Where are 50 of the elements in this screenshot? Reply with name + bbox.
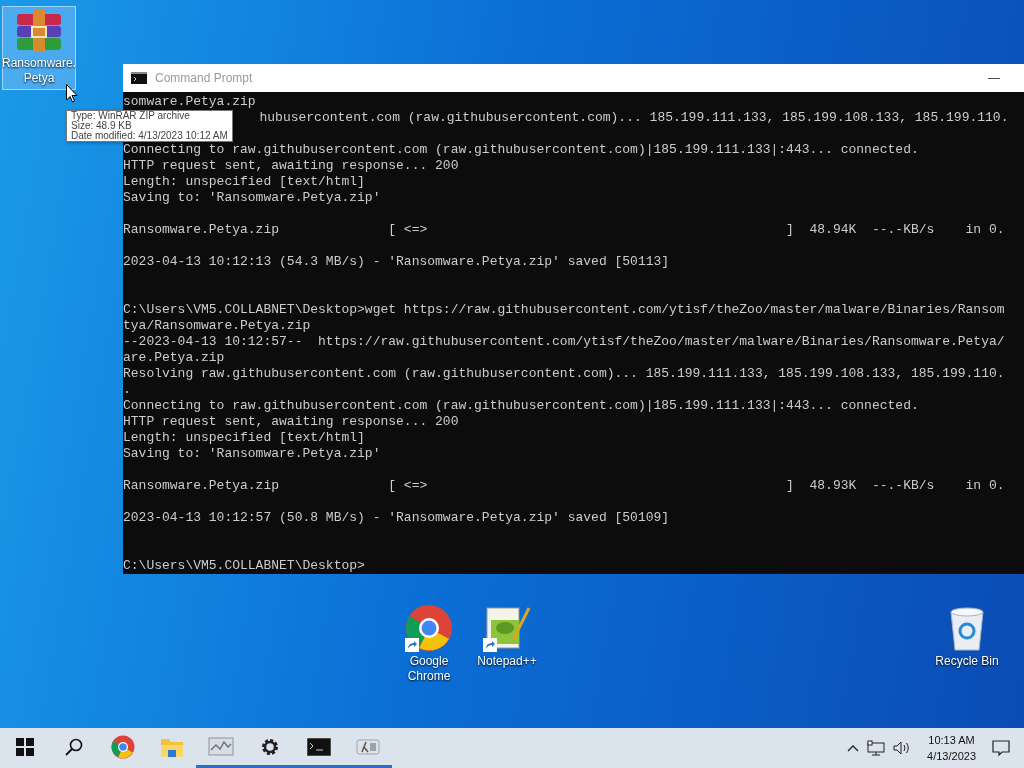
desktop-shortcut[interactable]: Google Chrome: [392, 600, 466, 688]
console-line: HTTP request sent, awaiting response... 200: [123, 414, 459, 430]
settings-icon[interactable]: [259, 736, 280, 757]
console-line: Saving to: 'Ransomware.Petya.zip': [123, 190, 381, 206]
shortcut-label: Notepad++: [477, 654, 537, 669]
console-line: tya/Ransomware.Petya.zip: [123, 318, 311, 334]
desktop-shortcut[interactable]: Notepad++: [470, 600, 544, 673]
desktop-shortcut[interactable]: Recycle Bin: [930, 600, 1004, 673]
windows-start-icon[interactable]: [15, 737, 34, 756]
console-line: .: [123, 382, 131, 398]
search-icon[interactable]: [64, 737, 83, 756]
terminal-icon: [131, 72, 147, 84]
clock-time: 10:13 AM: [928, 733, 975, 748]
window-title: Command Prompt: [155, 71, 254, 85]
console-line: Ransomware.Petya.zip [ <=> ] 48.93K --.-KB/s in 0.: [123, 478, 1005, 494]
console-line: 2023-04-13 10:12:13 (54.3 MB/s) - 'Ransomware.Petya.zip' saved [50113]: [123, 254, 670, 270]
console-line: Length: unspecified [text/html]: [123, 430, 365, 446]
console-line: Length: unspecified [text/html]: [123, 174, 365, 190]
notification-icon[interactable]: [992, 739, 1010, 757]
console-line: hubusercontent.com (raw.githubusercontent.com)... 185.199.111.133, 185.199.108.133, 185.199.110.: [259, 110, 1009, 126]
console-line: Connecting to raw.githubusercontent.com (raw.githubusercontent.com)|185.199.111.133|:443... connected.: [123, 398, 919, 414]
console-line: are.Petya.zip: [123, 350, 225, 366]
chevron-up-icon[interactable]: [847, 744, 860, 752]
network-icon[interactable]: [867, 740, 886, 756]
console-line: Ransomware.Petya.zip [ <=> ] 48.94K --.-KB/s in 0.: [123, 222, 1005, 238]
tooltip: Type: WinRAR ZIP archive Size: 48.9 KB Date modified: 4/13/2023 10:12 AM: [66, 110, 233, 142]
archive-icon: [15, 10, 63, 54]
chrome-icon[interactable]: [110, 734, 135, 759]
shortcut-label: Google Chrome: [407, 654, 451, 684]
clock-date: 4/13/2023: [927, 749, 976, 764]
notepad-icon: [483, 604, 531, 652]
console-line: Connecting to raw.githubusercontent.com (raw.githubusercontent.com)|185.199.111.133|:443... connected.: [123, 142, 919, 158]
console-line: --2023-04-13 10:12:57-- https://raw.githubusercontent.com/ytisf/theZoo/master/malware/Binaries/Ransomware.Petya/: [123, 334, 1005, 350]
clock[interactable]: 10:13 AM 4/13/2023: [919, 732, 984, 764]
console-line: C:\Users\VM5.COLLABNET\Desktop>: [123, 558, 365, 574]
minimize-button[interactable]: —: [980, 71, 1008, 85]
lambda-app-icon[interactable]: [355, 737, 380, 756]
shortcut-label: Ransomware. Petya: [2, 56, 76, 86]
shortcut-label: Recycle Bin: [935, 654, 999, 669]
console-line: somware.Petya.zip: [123, 94, 256, 110]
volume-icon[interactable]: [893, 741, 912, 755]
terminal-icon[interactable]: [306, 737, 331, 756]
chrome-icon: [405, 604, 453, 652]
console-line: 2023-04-13 10:12:57 (50.8 MB/s) - 'Ransomware.Petya.zip' saved [50109]: [123, 510, 670, 526]
mouse-pointer-icon: [66, 84, 78, 103]
console-line: HTTP request sent, awaiting response... 200: [123, 158, 459, 174]
console-line: C:\Users\VM5.COLLABNET\Desktop>wget https://raw.githubusercontent.com/ytisf/theZoo/master/malware/Binaries/Ransom: [123, 302, 1005, 318]
monitor-chart-icon[interactable]: [207, 735, 234, 758]
console-line: Resolving raw.githubusercontent.com (raw.githubusercontent.com)... 185.199.111.133, 185.199.108.133, 185.199.110.: [123, 366, 1005, 382]
console-line: Saving to: 'Ransomware.Petya.zip': [123, 446, 381, 462]
